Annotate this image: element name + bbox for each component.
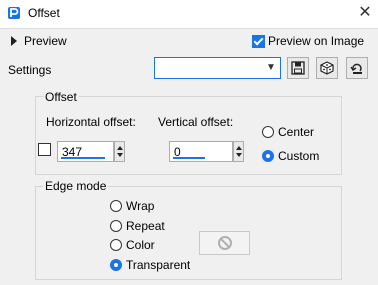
repeat-radio[interactable] [110,220,122,232]
center-radio-label[interactable]: Center [278,125,314,139]
arrow-down-icon [117,153,123,157]
disabled-icon [217,236,232,250]
wrap-radio[interactable] [110,200,122,212]
divider [0,28,378,29]
offset-link-checkbox[interactable] [38,143,51,156]
focus-underline [173,157,205,159]
color-radio[interactable] [110,239,122,251]
transparent-radio[interactable] [110,259,122,271]
transparent-radio-label[interactable]: Transparent [126,258,190,272]
save-icon [291,61,305,75]
center-radio[interactable] [262,126,274,138]
window-title: Offset [28,6,60,20]
randomize-button[interactable] [316,57,338,79]
settings-dropdown[interactable]: ▼ [154,57,281,79]
edge-mode-group-title: Edge mode [43,179,109,193]
vertical-offset-label: Vertical offset: [158,115,234,129]
chevron-down-icon: ▼ [266,62,276,73]
focus-underline [61,157,105,159]
reset-button[interactable] [346,57,368,79]
offset-group-title: Offset [43,90,79,104]
expand-arrow-icon[interactable] [11,36,17,46]
vertical-offset-stepper[interactable] [233,141,244,162]
save-preset-button[interactable] [287,57,309,79]
randomize-icon [320,61,334,75]
arrow-up-icon [117,146,123,150]
custom-radio-label[interactable]: Custom [278,149,319,163]
wrap-radio-label[interactable]: Wrap [126,199,154,213]
custom-radio[interactable] [262,150,274,162]
preview-toggle-label[interactable]: Preview [24,34,67,48]
app-icon [8,7,20,19]
reset-icon [350,63,362,74]
horizontal-offset-spinner[interactable]: 347 [57,141,125,162]
horizontal-offset-stepper[interactable] [114,141,125,162]
horizontal-offset-label: Horizontal offset: [46,115,136,129]
color-radio-label[interactable]: Color [126,238,155,252]
repeat-radio-label[interactable]: Repeat [126,219,165,233]
arrow-up-icon [236,146,242,150]
color-swatch-button[interactable] [199,231,250,255]
arrow-down-icon [236,153,242,157]
preview-on-image-label[interactable]: Preview on Image [268,34,364,48]
close-button[interactable]: ✕ [355,3,375,23]
settings-label: Settings [8,63,52,77]
vertical-offset-spinner[interactable]: 0 [169,141,244,162]
preview-on-image-checkbox[interactable] [252,35,265,48]
